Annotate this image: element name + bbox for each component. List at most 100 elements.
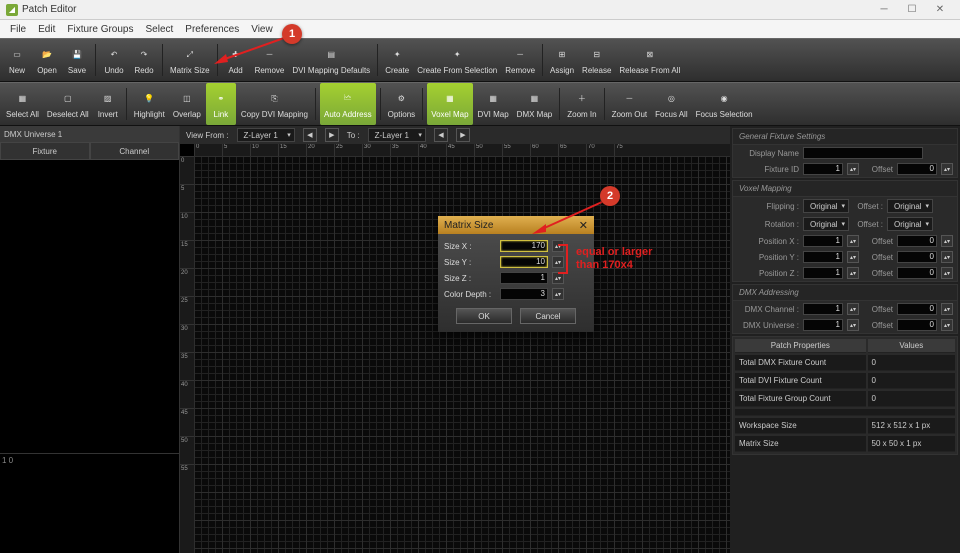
zoom-out-button[interactable]: －Zoom Out xyxy=(608,83,652,125)
spin-icon[interactable]: ▴▾ xyxy=(941,303,953,315)
link-icon: ⚭ xyxy=(212,90,230,108)
size-z-input[interactable]: 1 xyxy=(500,272,548,284)
spin-icon[interactable]: ▴▾ xyxy=(847,319,859,331)
universe-header[interactable]: DMX Universe 1 xyxy=(0,126,179,142)
spin-icon[interactable]: ▴▾ xyxy=(552,288,564,300)
fixture-list[interactable] xyxy=(0,160,179,453)
options-button[interactable]: ⚙Options xyxy=(384,83,420,125)
menu-edit[interactable]: Edit xyxy=(32,22,61,37)
layer-to-next-icon[interactable]: ▶ xyxy=(456,128,470,142)
posx-input[interactable]: 1 xyxy=(803,235,843,247)
posy-offset-input[interactable]: 0 xyxy=(897,251,937,263)
voxel-map-icon: ▦ xyxy=(441,90,459,108)
voxel-map-button[interactable]: ▦Voxel Map xyxy=(427,83,472,125)
size-y-input[interactable]: 10 xyxy=(500,256,548,268)
auto-addr-button[interactable]: 🗠Auto Address xyxy=(320,83,376,125)
canvas[interactable]: 051015202530354045505560657075 051015202… xyxy=(180,144,730,553)
save-button[interactable]: 💾Save xyxy=(62,39,92,81)
dmx-channel-offset-input[interactable]: 0 xyxy=(897,303,937,315)
highlight-button[interactable]: 💡Highlight xyxy=(130,83,169,125)
redo-button[interactable]: ↷Redo xyxy=(129,39,159,81)
spin-icon[interactable]: ▴▾ xyxy=(847,163,859,175)
overlap-button[interactable]: ◫Overlap xyxy=(169,83,205,125)
undo-button[interactable]: ↶Undo xyxy=(99,39,129,81)
dmx-universe-offset-input[interactable]: 0 xyxy=(897,319,937,331)
panel-dmx: DMX Addressing DMX Channel :1▴▾Offset0▴▾… xyxy=(732,284,958,334)
select-all-icon: ▦ xyxy=(13,90,31,108)
size-x-input[interactable]: 170 xyxy=(500,240,548,252)
layer-to-combo[interactable]: Z-Layer 1 xyxy=(368,128,426,142)
spin-icon[interactable]: ▴▾ xyxy=(847,235,859,247)
open-button[interactable]: 📂Open xyxy=(32,39,62,81)
dvi-map-def-button[interactable]: ▤DVI Mapping Defaults xyxy=(288,39,374,81)
spin-icon[interactable]: ▴▾ xyxy=(847,251,859,263)
dmx-channel-input[interactable]: 1 xyxy=(803,303,843,315)
link-button[interactable]: ⚭Link xyxy=(206,83,236,125)
fixture-id-input[interactable]: 1 xyxy=(803,163,843,175)
release-button[interactable]: ⊟Release xyxy=(578,39,615,81)
layer-to-prev-icon[interactable]: ◀ xyxy=(434,128,448,142)
color-depth-input[interactable]: 3 xyxy=(500,288,548,300)
zoom-in-icon: ＋ xyxy=(573,90,591,108)
tab-fixture[interactable]: Fixture xyxy=(0,142,90,160)
copy-dvi-button[interactable]: ⎘Copy DVI Mapping xyxy=(237,83,312,125)
menu-file[interactable]: File xyxy=(4,22,32,37)
layer-from-prev-icon[interactable]: ◀ xyxy=(303,128,317,142)
dmx-universe-input[interactable]: 1 xyxy=(803,319,843,331)
prop-value: 0 xyxy=(868,373,955,389)
tab-channel[interactable]: Channel xyxy=(90,142,180,160)
matrix-size-button[interactable]: ⤢Matrix Size xyxy=(166,39,214,81)
assign-button[interactable]: ⊞Assign xyxy=(546,39,578,81)
open-icon: 📂 xyxy=(38,46,56,64)
flipping-offset-combo[interactable]: Original xyxy=(887,199,933,213)
rotation-offset-combo[interactable]: Original xyxy=(887,217,933,231)
max-button[interactable]: ☐ xyxy=(898,1,926,19)
close-button[interactable]: ✕ xyxy=(926,1,954,19)
spin-icon[interactable]: ▴▾ xyxy=(941,267,953,279)
dialog-ok-button[interactable]: OK xyxy=(456,308,512,324)
dialog-cancel-button[interactable]: Cancel xyxy=(520,308,576,324)
zoom-in-button[interactable]: ＋Zoom In xyxy=(563,83,600,125)
create-button[interactable]: ✦Create xyxy=(381,39,413,81)
spin-icon[interactable]: ▴▾ xyxy=(941,251,953,263)
spin-icon[interactable]: ▴▾ xyxy=(941,319,953,331)
dmx-map-button[interactable]: ▦DMX Map xyxy=(513,83,557,125)
layer-from-next-icon[interactable]: ▶ xyxy=(325,128,339,142)
spin-icon[interactable]: ▴▾ xyxy=(941,235,953,247)
toolbar-label: Select All xyxy=(6,110,39,119)
release-all-button[interactable]: ⊠Release From All xyxy=(615,39,684,81)
menubar: File Edit Fixture Groups Select Preferen… xyxy=(0,20,960,38)
select-all-button[interactable]: ▦ Select All xyxy=(2,83,43,125)
toolbar-label: DVI Mapping Defaults xyxy=(292,66,370,75)
deselect-all-button[interactable]: ▢Deselect All xyxy=(43,83,93,125)
focus-all-button[interactable]: ◎Focus All xyxy=(651,83,691,125)
rotation-combo[interactable]: Original xyxy=(803,217,849,231)
toolbar-label: Focus Selection xyxy=(696,110,753,119)
spin-icon[interactable]: ▴▾ xyxy=(941,163,953,175)
remove2-button[interactable]: －Remove xyxy=(501,39,539,81)
layer-from-combo[interactable]: Z-Layer 1 xyxy=(237,128,295,142)
focus-sel-button[interactable]: ◉Focus Selection xyxy=(692,83,757,125)
menu-fixture-groups[interactable]: Fixture Groups xyxy=(61,22,139,37)
posz-input[interactable]: 1 xyxy=(803,267,843,279)
dvi-map-button[interactable]: ▦DVI Map xyxy=(474,83,513,125)
titlebar: ◢ Patch Editor ─ ☐ ✕ xyxy=(0,0,960,20)
spin-icon[interactable]: ▴▾ xyxy=(847,303,859,315)
menu-view[interactable]: View xyxy=(245,22,279,37)
menu-preferences[interactable]: Preferences xyxy=(179,22,245,37)
posz-offset-input[interactable]: 0 xyxy=(897,267,937,279)
create-from-sel-button[interactable]: ✦Create From Selection xyxy=(413,39,501,81)
zoom-out-icon: － xyxy=(620,90,638,108)
flipping-combo[interactable]: Original xyxy=(803,199,849,213)
posy-input[interactable]: 1 xyxy=(803,251,843,263)
panel-general: General Fixture Settings Display Name Fi… xyxy=(732,128,958,178)
fixture-offset-input[interactable]: 0 xyxy=(897,163,937,175)
toolbar-label: Release From All xyxy=(619,66,680,75)
invert-button[interactable]: ▨Invert xyxy=(93,83,123,125)
new-button[interactable]: ▭New xyxy=(2,39,32,81)
posx-offset-input[interactable]: 0 xyxy=(897,235,937,247)
display-name-input[interactable] xyxy=(803,147,923,159)
menu-select[interactable]: Select xyxy=(140,22,180,37)
min-button[interactable]: ─ xyxy=(870,1,898,19)
spin-icon[interactable]: ▴▾ xyxy=(847,267,859,279)
